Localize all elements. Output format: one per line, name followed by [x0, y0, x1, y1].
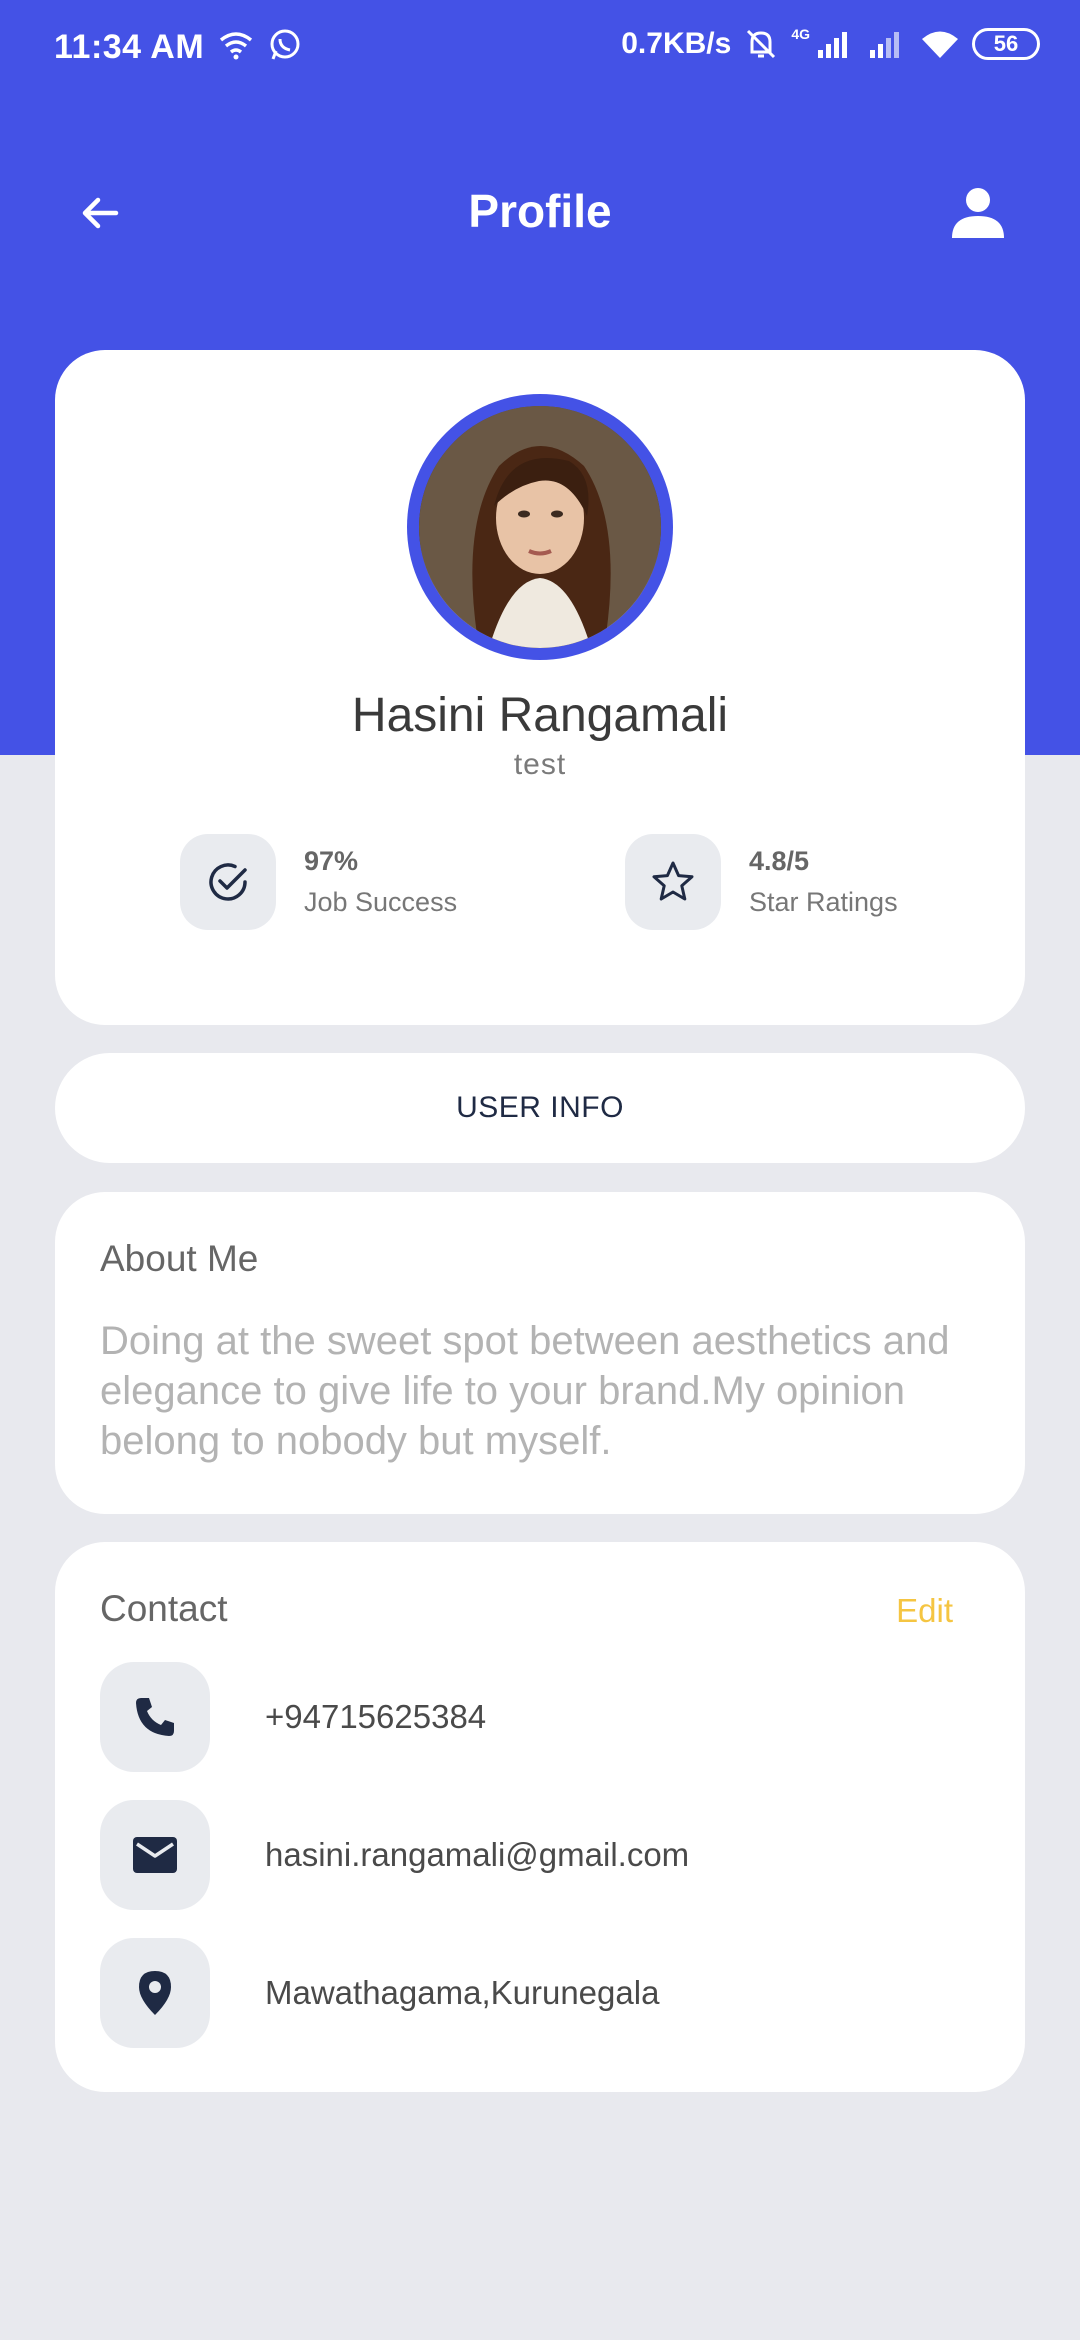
status-speed: 0.7KB/s [621, 27, 732, 60]
about-text: Doing at the sweet spot between aestheti… [100, 1319, 950, 1463]
signal-icon [818, 32, 847, 58]
contact-icon-box [100, 1800, 210, 1910]
stat-label: Job Success [304, 887, 458, 917]
mail-icon [133, 1837, 177, 1873]
location-pin-icon [139, 1971, 171, 2015]
stat-icon-box [625, 834, 721, 930]
contact-phone: +94715625384 [265, 1698, 487, 1735]
status-right-icons: 0.7KB/s 4G 56 [621, 26, 1040, 62]
contact-location: Mawathagama,Kurunegala [265, 1974, 660, 2011]
profile-card: Hasini Rangamali test 97% Job Success 4.… [55, 350, 1025, 1025]
about-card: About Me Doing at the sweet spot between… [55, 1192, 1025, 1514]
person-icon [952, 188, 1004, 238]
hotspot-wifi-icon [219, 32, 253, 60]
about-title: About Me [100, 1238, 259, 1279]
edit-contact-link[interactable]: Edit [896, 1592, 953, 1630]
app-bar: Profile [0, 160, 1080, 260]
avatar[interactable] [419, 406, 661, 648]
signal-2-icon [870, 32, 899, 58]
stat-label: Star Ratings [749, 887, 898, 917]
star-icon [652, 861, 694, 901]
user-info-button[interactable]: USER INFO [55, 1053, 1025, 1163]
contact-icon-box [100, 1662, 210, 1772]
contact-email-row[interactable]: hasini.rangamali@gmail.com [100, 1800, 689, 1910]
battery-indicator: 56 [972, 28, 1040, 60]
status-left-icons [218, 28, 302, 62]
contact-icon-box [100, 1938, 210, 2048]
avatar-image [419, 406, 661, 648]
contact-phone-row[interactable]: +94715625384 [100, 1662, 486, 1772]
profile-button[interactable] [946, 180, 1010, 244]
wifi-icon [922, 31, 958, 58]
user-subtitle: test [513, 748, 567, 781]
avatar-ring [407, 394, 673, 660]
stat-icon-box [180, 834, 276, 930]
user-info-label: USER INFO [456, 1091, 624, 1124]
stat-value: 97% [304, 846, 359, 876]
stat-job-success: 97% Job Success [180, 834, 457, 930]
status-time: 11:34 AM [54, 28, 205, 66]
stat-star-ratings: 4.8/5 Star Ratings [625, 834, 898, 930]
stat-value: 4.8/5 [749, 846, 810, 876]
stat-text: 97% Job Success [304, 846, 457, 918]
phone-icon [136, 1698, 174, 1736]
bell-off-icon [747, 29, 776, 59]
stat-text: 4.8/5 Star Ratings [749, 846, 898, 918]
user-name: Hasini Rangamali [351, 689, 729, 742]
contact-location-row[interactable]: Mawathagama,Kurunegala [100, 1938, 659, 2048]
status-bar: 11:34 AM 0.7KB/s 4G 56 [0, 0, 1080, 100]
whatsapp-icon [270, 29, 300, 60]
page-title: Profile [468, 185, 612, 237]
contact-email: hasini.rangamali@gmail.com [265, 1836, 690, 1873]
network-type: 4G [791, 26, 810, 42]
contact-card: Contact Edit +94715625384 hasini.rangama… [55, 1542, 1025, 2092]
check-circle-icon [209, 863, 247, 901]
contact-title: Contact [100, 1588, 228, 1629]
